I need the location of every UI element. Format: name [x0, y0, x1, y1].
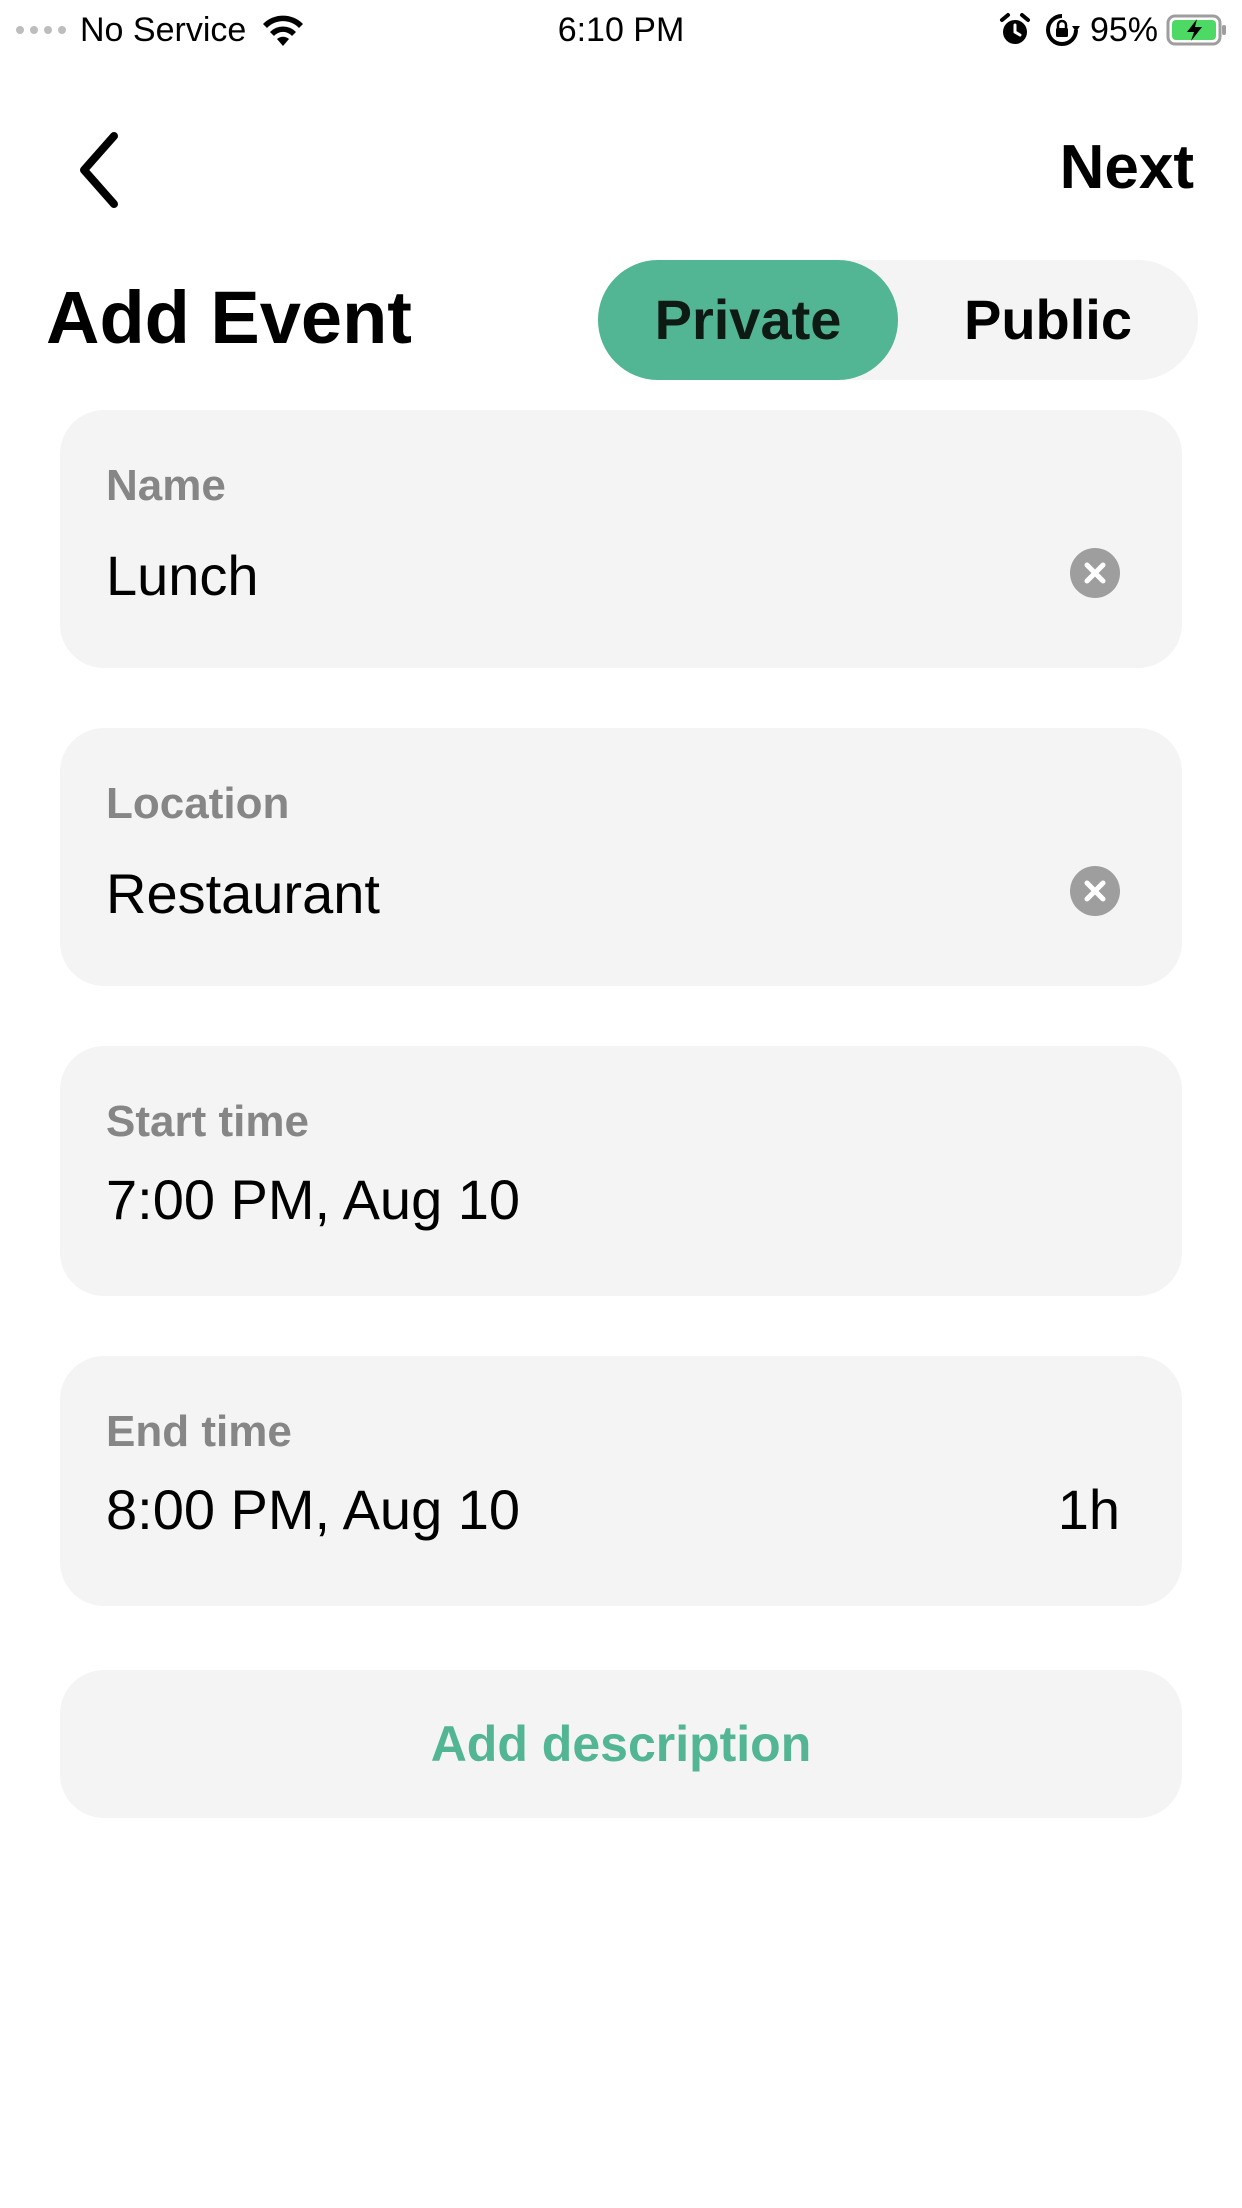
- chevron-left-icon: [80, 132, 118, 208]
- battery-percent: 95%: [1089, 11, 1158, 49]
- end-time-label: End time: [106, 1407, 292, 1456]
- page-title: Add Event: [46, 276, 412, 359]
- name-field[interactable]: Name Lunch: [60, 410, 1182, 668]
- add-description-button[interactable]: Add description: [60, 1670, 1182, 1818]
- close-icon: [1084, 562, 1106, 584]
- alarm-icon: [999, 13, 1030, 44]
- start-time-field[interactable]: Start time 7:00 PM, Aug 10: [60, 1046, 1182, 1296]
- clear-name-button[interactable]: [1070, 548, 1120, 598]
- status-right: 95%: [998, 8, 1228, 52]
- end-time-field[interactable]: End time 8:00 PM, Aug 10 1h: [60, 1356, 1182, 1606]
- close-icon: [1084, 880, 1106, 902]
- location-field[interactable]: Location Restaurant: [60, 728, 1182, 986]
- back-button[interactable]: [70, 126, 150, 216]
- next-button[interactable]: Next: [1060, 128, 1194, 208]
- location-value[interactable]: Restaurant: [106, 858, 380, 930]
- start-time-label: Start time: [106, 1097, 309, 1146]
- name-value[interactable]: Lunch: [106, 540, 259, 612]
- rotation-lock-icon: [1045, 14, 1080, 46]
- duration-label: 1h: [1057, 1478, 1120, 1541]
- visibility-toggle: Private Public: [598, 260, 1198, 380]
- name-label: Name: [106, 461, 226, 510]
- battery-charging-icon: [1166, 14, 1226, 46]
- status-bar: No Service 6:10 PM 95%: [0, 0, 1242, 60]
- start-time-value: 7:00 PM, Aug 10: [106, 1168, 521, 1231]
- location-label: Location: [106, 779, 290, 828]
- end-time-value: 8:00 PM, Aug 10: [106, 1478, 521, 1541]
- clear-location-button[interactable]: [1070, 866, 1120, 916]
- private-option[interactable]: Private: [598, 260, 898, 380]
- public-option[interactable]: Public: [898, 260, 1198, 380]
